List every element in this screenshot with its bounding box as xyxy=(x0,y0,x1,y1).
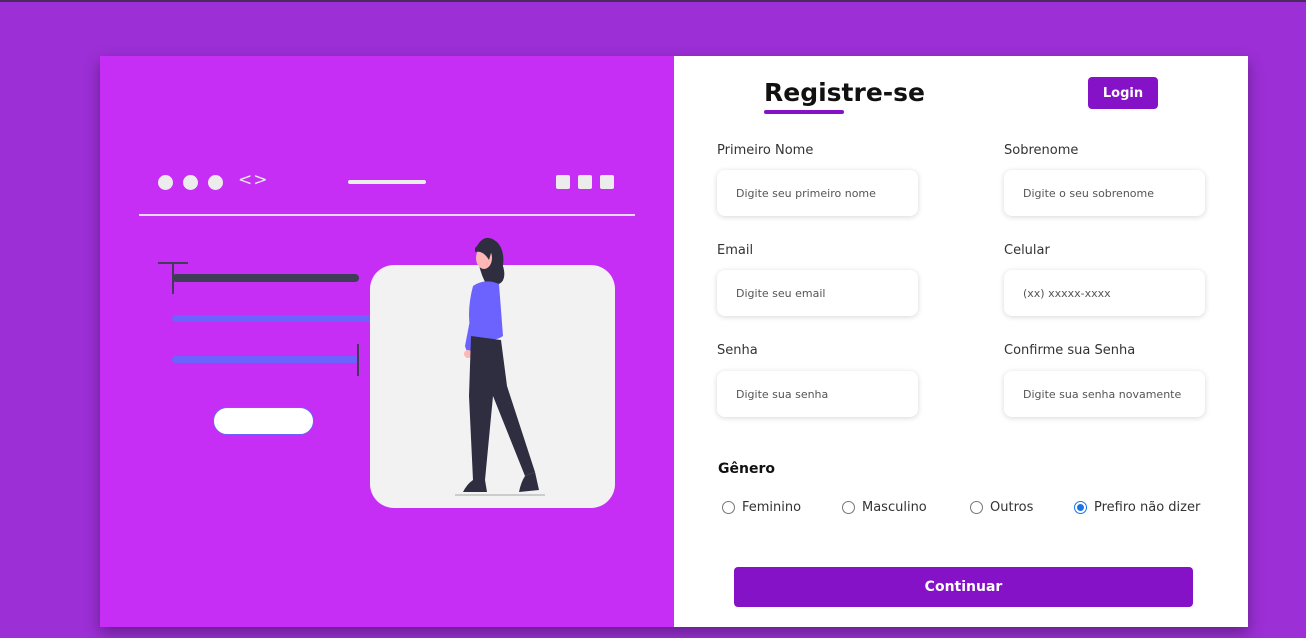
gender-option-outros[interactable]: Outros xyxy=(970,500,1033,515)
title-underline xyxy=(764,110,844,114)
illustration-panel: <> xyxy=(100,56,674,627)
top-edge-line xyxy=(0,0,1306,2)
email-label: Email xyxy=(717,243,754,258)
confirm-password-input[interactable] xyxy=(1004,371,1205,417)
text-line-dark xyxy=(172,274,359,282)
radio-button[interactable] xyxy=(970,501,983,514)
code-brackets-icon: <> xyxy=(238,170,269,190)
window-dot-icon xyxy=(183,175,198,190)
email-input[interactable] xyxy=(717,270,918,316)
gender-option-prefiro-nao-dizer[interactable]: Prefiro não dizer xyxy=(1074,500,1200,515)
radio-button-selected[interactable] xyxy=(1074,501,1087,514)
continue-button[interactable]: Continuar xyxy=(734,567,1193,607)
register-form-panel: Registre-se Login Primeiro Nome Sobrenom… xyxy=(674,56,1248,627)
page-title: Registre-se xyxy=(764,78,925,107)
gender-option-label: Masculino xyxy=(862,500,927,515)
confirm-password-label: Confirme sua Senha xyxy=(1004,343,1136,358)
window-square-icon xyxy=(556,175,570,189)
gender-option-masculino[interactable]: Masculino xyxy=(842,500,927,515)
text-line-blue xyxy=(172,356,358,363)
gender-option-feminino[interactable]: Feminino xyxy=(722,500,801,515)
window-square-icon xyxy=(600,175,614,189)
window-dot-icon xyxy=(208,175,223,190)
window-square-icon xyxy=(578,175,592,189)
phone-label: Celular xyxy=(1004,243,1050,258)
first-name-label: Primeiro Nome xyxy=(717,143,814,158)
password-label: Senha xyxy=(717,343,758,358)
gender-option-label: Outros xyxy=(990,500,1034,515)
gender-option-label: Feminino xyxy=(742,500,802,515)
first-name-input[interactable] xyxy=(717,170,918,216)
last-name-label: Sobrenome xyxy=(1004,143,1079,158)
password-input[interactable] xyxy=(717,371,918,417)
gender-title: Gênero xyxy=(718,461,775,477)
address-bar xyxy=(348,180,426,184)
window-dot-icon xyxy=(158,175,173,190)
person-illustration xyxy=(455,237,545,496)
last-name-input[interactable] xyxy=(1004,170,1205,216)
phone-input[interactable] xyxy=(1004,270,1205,316)
illustration-button xyxy=(213,407,314,435)
window-divider xyxy=(139,214,635,216)
register-card: <> Registre-se Login Primeiro Nome Digit… xyxy=(100,56,1248,627)
radio-button[interactable] xyxy=(722,501,735,514)
gender-option-label: Prefiro não dizer xyxy=(1094,500,1201,515)
radio-button[interactable] xyxy=(842,501,855,514)
caret-icon xyxy=(357,344,359,376)
login-button[interactable]: Login xyxy=(1088,77,1158,109)
text-cursor-stem xyxy=(172,262,174,294)
